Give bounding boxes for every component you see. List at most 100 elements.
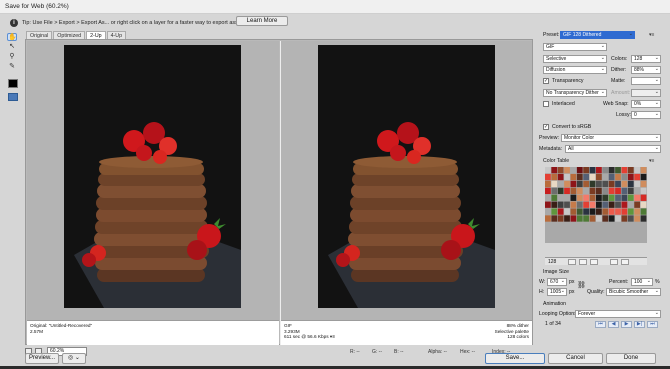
eyedropper-color-swatch[interactable] (8, 79, 18, 88)
color-swatch[interactable] (596, 173, 602, 181)
next-frame-icon[interactable]: ▶| (634, 321, 645, 328)
color-swatch[interactable] (608, 208, 615, 215)
preview-color-select[interactable]: Monitor Color (561, 134, 661, 142)
color-swatch[interactable] (570, 187, 577, 195)
color-swatch[interactable] (627, 194, 634, 201)
color-swatch[interactable] (621, 201, 628, 208)
color-swatch[interactable] (583, 180, 590, 188)
convert-srgb-checkbox[interactable]: ✓ (543, 124, 549, 130)
color-swatch[interactable] (602, 201, 609, 208)
color-swatch[interactable] (589, 201, 596, 208)
color-swatch[interactable] (640, 208, 647, 215)
color-swatch[interactable] (634, 167, 641, 174)
color-swatch[interactable] (576, 167, 583, 174)
color-swatch[interactable] (627, 167, 634, 174)
color-swatch[interactable] (564, 180, 570, 188)
color-swatch[interactable] (596, 208, 602, 215)
looping-options-select[interactable]: Forever (575, 310, 661, 318)
color-swatch[interactable] (621, 173, 628, 181)
color-swatch[interactable] (576, 180, 583, 188)
browser-select-button[interactable]: ◎ ⌄ (62, 353, 86, 364)
color-swatch[interactable] (557, 194, 564, 201)
color-swatch[interactable] (583, 194, 590, 201)
color-swatch[interactable] (596, 180, 602, 188)
color-swatch[interactable] (640, 194, 647, 201)
color-swatch[interactable] (627, 173, 634, 181)
shift-to-web-palette-icon[interactable] (579, 258, 588, 265)
color-swatch[interactable] (564, 201, 570, 208)
colors-select[interactable]: 128 (631, 55, 661, 63)
color-swatch[interactable] (545, 173, 551, 181)
lock-color-icon[interactable] (590, 258, 599, 265)
color-swatch[interactable] (640, 167, 647, 174)
color-swatch[interactable] (589, 215, 596, 222)
color-swatch[interactable] (583, 201, 590, 208)
color-swatch[interactable] (551, 208, 558, 215)
file-format-select[interactable]: GIF (543, 43, 607, 51)
color-swatch[interactable] (564, 215, 570, 222)
color-swatch[interactable] (640, 201, 647, 208)
color-swatch[interactable] (545, 208, 551, 215)
interlaced-checkbox[interactable] (543, 101, 549, 107)
color-swatch[interactable] (634, 208, 641, 215)
color-swatch[interactable] (551, 167, 558, 174)
toggle-slices-visibility-icon[interactable] (8, 93, 18, 101)
lossy-field[interactable]: 0 (631, 111, 661, 119)
color-swatch[interactable] (557, 208, 564, 215)
preview-button[interactable]: Preview... (25, 353, 59, 364)
color-swatch[interactable] (627, 208, 634, 215)
color-swatch[interactable] (615, 201, 621, 208)
color-swatch[interactable] (608, 180, 615, 188)
color-swatch[interactable] (621, 215, 628, 222)
color-swatch[interactable] (570, 201, 577, 208)
percent-field[interactable]: 100 (631, 278, 653, 286)
zoom-tool-icon[interactable]: ⚲ (7, 53, 17, 61)
color-swatch[interactable] (545, 187, 551, 195)
dither-amount-field[interactable]: 88% (631, 66, 661, 74)
color-swatch[interactable] (615, 180, 621, 188)
amount-field[interactable] (631, 89, 661, 97)
color-swatch[interactable] (545, 194, 551, 201)
optimize-menu-icon[interactable]: ▾≡ (649, 32, 657, 38)
color-swatch[interactable] (583, 167, 590, 174)
map-to-transparent-icon[interactable] (568, 258, 577, 265)
color-swatch[interactable] (570, 215, 577, 222)
color-reduction-select[interactable]: Selective (543, 55, 607, 63)
color-swatch[interactable] (583, 187, 590, 195)
color-swatch[interactable] (570, 208, 577, 215)
color-swatch[interactable] (570, 173, 577, 181)
color-table-grid[interactable] (545, 167, 647, 243)
color-swatch[interactable] (608, 173, 615, 181)
download-time-menu-icon[interactable]: ▾≡ (330, 334, 335, 339)
color-swatch[interactable] (608, 201, 615, 208)
cancel-button[interactable]: Cancel (548, 353, 603, 364)
color-swatch[interactable] (557, 180, 564, 188)
color-swatch[interactable] (608, 215, 615, 222)
color-swatch[interactable] (596, 215, 602, 222)
color-swatch[interactable] (551, 201, 558, 208)
color-swatch[interactable] (596, 187, 602, 195)
color-swatch[interactable] (602, 208, 609, 215)
color-swatch[interactable] (570, 180, 577, 188)
matte-select[interactable] (631, 77, 661, 85)
color-swatch[interactable] (570, 167, 577, 174)
delete-color-icon[interactable] (621, 258, 630, 265)
optimized-pane[interactable]: GIF 3.293M 611 sec @ 56.6 Kbps ▾≡ 88% di… (280, 41, 532, 345)
color-swatch[interactable] (589, 173, 596, 181)
color-swatch[interactable] (589, 187, 596, 195)
width-field[interactable]: 670 (547, 278, 567, 286)
metadata-select[interactable]: All (565, 145, 661, 153)
color-swatch[interactable] (615, 167, 621, 174)
color-swatch[interactable] (551, 187, 558, 195)
color-swatch[interactable] (551, 180, 558, 188)
color-swatch[interactable] (545, 201, 551, 208)
color-swatch[interactable] (576, 187, 583, 195)
dither-algorithm-select[interactable]: Diffusion (543, 66, 607, 74)
color-swatch[interactable] (557, 201, 564, 208)
color-swatch[interactable] (615, 187, 621, 195)
add-color-icon[interactable] (610, 258, 619, 265)
color-swatch[interactable] (557, 167, 564, 174)
color-swatch[interactable] (615, 173, 621, 181)
color-swatch[interactable] (589, 208, 596, 215)
transparency-checkbox[interactable]: ✓ (543, 78, 549, 84)
